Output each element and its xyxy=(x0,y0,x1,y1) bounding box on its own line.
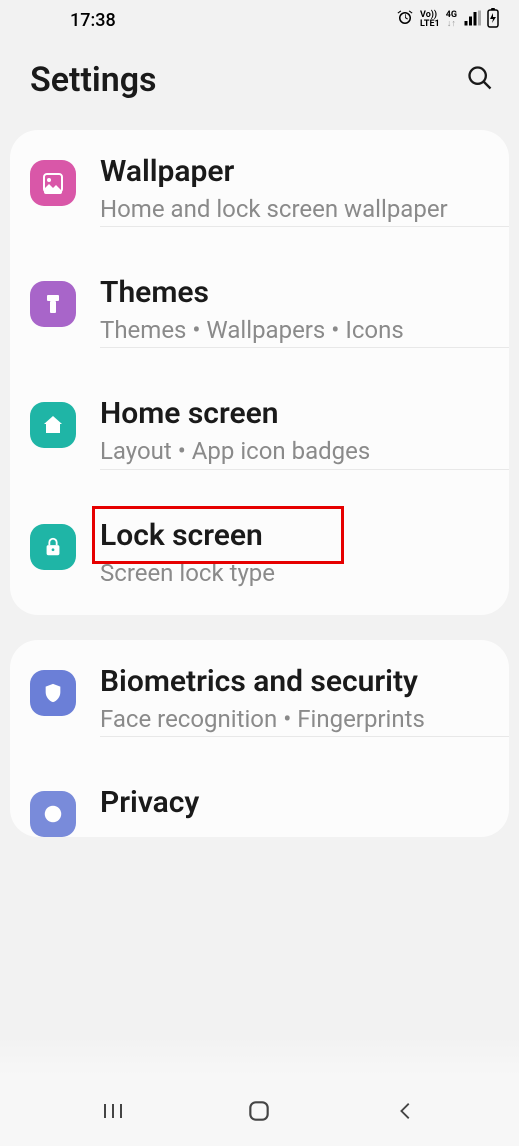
item-title: Privacy xyxy=(100,785,489,821)
item-subtitle: Screen lock type xyxy=(100,558,489,589)
item-subtitle: Themes • Wallpapers • Icons xyxy=(100,315,489,346)
page-title: Settings xyxy=(30,60,157,100)
privacy-icon xyxy=(30,791,76,837)
search-icon xyxy=(466,64,494,92)
signal-icon xyxy=(463,9,481,32)
volte-indicator: Vo)) LTE1 xyxy=(420,11,440,29)
status-icons: Vo)) LTE1 4G ↓↑ xyxy=(396,8,499,33)
settings-item-home-screen[interactable]: Home screen Layout • App icon badges xyxy=(10,372,509,493)
settings-group-1: Wallpaper Home and lock screen wallpaper… xyxy=(10,130,509,615)
network-indicator: 4G ↓↑ xyxy=(446,11,457,29)
settings-item-themes[interactable]: Themes Themes • Wallpapers • Icons xyxy=(10,251,509,372)
recents-button[interactable] xyxy=(98,1096,128,1126)
battery-icon xyxy=(487,8,499,33)
header: Settings xyxy=(0,40,519,130)
settings-item-wallpaper[interactable]: Wallpaper Home and lock screen wallpaper xyxy=(10,130,509,251)
status-bar: 17:38 Vo)) LTE1 4G ↓↑ xyxy=(0,0,519,40)
shield-icon xyxy=(30,670,76,716)
themes-icon xyxy=(30,281,76,327)
item-title: Biometrics and security xyxy=(100,664,489,700)
settings-item-biometrics[interactable]: Biometrics and security Face recognition… xyxy=(10,640,509,761)
home-icon xyxy=(30,402,76,448)
settings-item-privacy[interactable]: Privacy xyxy=(10,761,509,837)
item-subtitle: Face recognition • Fingerprints xyxy=(100,704,489,735)
search-button[interactable] xyxy=(466,64,494,96)
item-subtitle: Layout • App icon badges xyxy=(100,436,489,467)
wallpaper-icon xyxy=(30,160,76,206)
fade-overlay xyxy=(0,1036,519,1076)
settings-item-lock-screen[interactable]: Lock screen Screen lock type xyxy=(10,494,509,615)
back-button[interactable] xyxy=(391,1096,421,1126)
item-title: Wallpaper xyxy=(100,154,489,190)
home-button[interactable] xyxy=(244,1096,274,1126)
item-title: Home screen xyxy=(100,396,489,432)
settings-group-2: Biometrics and security Face recognition… xyxy=(10,640,509,837)
lock-icon xyxy=(30,524,76,570)
item-title: Themes xyxy=(100,275,489,311)
navigation-bar xyxy=(0,1076,519,1146)
alarm-icon xyxy=(396,9,414,32)
item-title: Lock screen xyxy=(100,518,489,554)
item-subtitle: Home and lock screen wallpaper xyxy=(100,194,489,225)
status-time: 17:38 xyxy=(70,10,116,31)
